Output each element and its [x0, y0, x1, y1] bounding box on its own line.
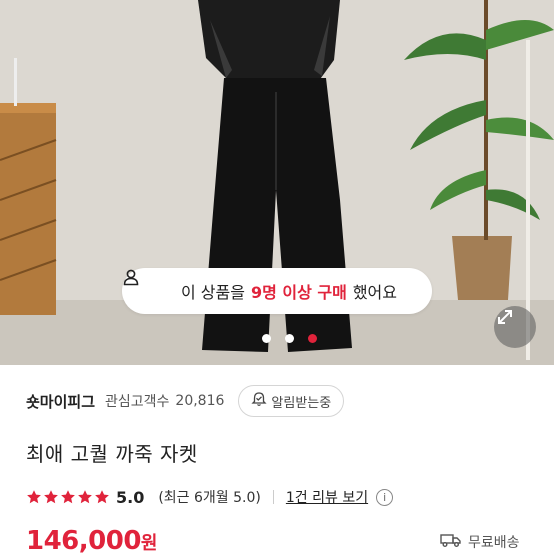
- carousel-dot-active[interactable]: [308, 334, 317, 343]
- divider: [272, 490, 274, 504]
- notify-label: 알림받는중: [271, 395, 332, 411]
- expand-image-button[interactable]: [494, 306, 536, 348]
- product-title: 최애 고퀄 까죽 자켓: [26, 442, 198, 466]
- truck-icon: [440, 532, 462, 552]
- info-icon[interactable]: i: [376, 488, 394, 506]
- star-icon: [27, 490, 41, 504]
- rating-row: 5.0 (최근 6개월 5.0) 1건 리뷰 보기 i: [26, 484, 394, 510]
- product-photo[interactable]: 이 상품을 9명 이상 구매 했어요: [0, 0, 554, 365]
- review-link[interactable]: 1건 리뷰 보기: [286, 487, 368, 507]
- star-rating: [26, 489, 110, 505]
- carousel-indicator: [262, 334, 317, 343]
- person-icon: [123, 269, 175, 300]
- banner-text-pre: 이 상품을: [180, 283, 245, 302]
- rating-recent: (최근 6개월 5.0): [158, 490, 261, 506]
- seller-name[interactable]: 숏마이피그: [26, 391, 95, 412]
- star-icon: [44, 490, 58, 504]
- rating-score: 5.0: [116, 487, 145, 507]
- notify-button[interactable]: 알림받는중: [238, 385, 345, 417]
- banner-text-highlight: 9명 이상 구매: [250, 283, 347, 302]
- star-icon: [95, 490, 109, 504]
- price-amount: 146,000: [26, 526, 141, 554]
- carousel-dot[interactable]: [285, 334, 294, 343]
- price-unit: 원: [140, 533, 158, 554]
- star-icon: [78, 490, 92, 504]
- shipping-info: 무료배송: [440, 532, 520, 552]
- purchase-count-banner: 이 상품을 9명 이상 구매 했어요: [122, 268, 432, 314]
- price: 146,000원: [26, 526, 157, 554]
- seller-row: 숏마이피그 관심고객수 20,816 알림받는중: [26, 384, 345, 418]
- shipping-label: 무료배송: [468, 535, 520, 551]
- carousel-dot[interactable]: [262, 334, 271, 343]
- bell-icon: [251, 391, 267, 411]
- interest-label: 관심고객수: [105, 394, 170, 410]
- star-icon: [61, 490, 75, 504]
- interest-count: 20,816: [175, 393, 225, 409]
- banner-text-post: 했어요: [352, 283, 397, 302]
